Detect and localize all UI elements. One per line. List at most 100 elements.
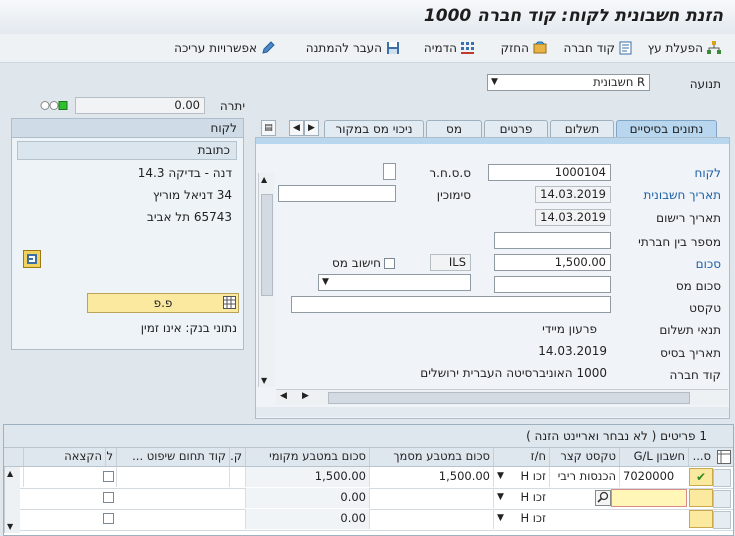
row-doc-amount[interactable] [369, 509, 493, 529]
row-select[interactable] [713, 490, 731, 508]
scroll-down-icon: ▼ [261, 376, 268, 385]
scroll-thumb[interactable] [261, 194, 273, 296]
row-text[interactable]: הכנסות ריבי [549, 467, 619, 487]
intercompany-label: מספר בין חברתי [638, 235, 721, 249]
pencil-icon [262, 41, 275, 54]
h-scroll-thumb[interactable] [328, 392, 690, 404]
items-table-title: 1 פריטים ( לא נבחר ואריינט הזנה ) [526, 429, 707, 443]
tab-withholding-tax[interactable]: ניכוי מס במקור [324, 120, 424, 138]
company-code-button[interactable]: קוד חברה [563, 39, 633, 57]
amount-label: סכום [695, 257, 721, 271]
simulate-button[interactable]: הדמיה [424, 39, 475, 57]
tab-tax[interactable]: מס [426, 120, 482, 138]
invoice-date-field[interactable]: 14.03.2019 [535, 186, 611, 203]
col-short-text[interactable]: טקסט קצר [549, 448, 619, 466]
calc-tax-checkbox-group[interactable]: חישוב מס [332, 256, 395, 270]
tree-button[interactable]: הפעלת עץ [648, 39, 721, 57]
balance-field: 0.00 [75, 97, 205, 114]
table-settings-icon[interactable] [714, 448, 733, 466]
address-line-1: דנה - בדיקה 14.3 [137, 166, 232, 180]
form-horizontal-scrollbar[interactable]: ◀ ▶ [276, 389, 728, 405]
transaction-value: R חשבונית [593, 75, 645, 89]
scroll-left-icon: ◀ [280, 391, 287, 401]
address-line-2: 34 דניאל מוריץ [152, 188, 232, 202]
tab-list-button[interactable]: ▤ [261, 120, 276, 136]
hold-button[interactable]: החזק [501, 39, 547, 57]
col-jurisdiction[interactable]: קוד תחום שיפוט ... [116, 448, 229, 466]
posting-date-field[interactable]: 14.03.2019 [535, 209, 611, 226]
tax-amount-field[interactable] [494, 276, 611, 293]
simulate-label: הדמיה [423, 41, 457, 55]
col-local-amount[interactable]: סכום במטבע מקומי [245, 448, 369, 466]
text-field[interactable] [291, 296, 611, 313]
invoice-date-label: תאריך חשבונית [643, 188, 721, 202]
row-doc-amount[interactable] [369, 488, 493, 508]
chevron-down-icon: ▼ [497, 471, 504, 481]
company-code-form-label: קוד חברה [669, 368, 721, 382]
park-button[interactable]: העבר להמתנה [306, 39, 400, 57]
company-code-icon [619, 41, 632, 55]
row-status-button[interactable] [689, 489, 713, 507]
table-row[interactable]: ▼ H זכו 0.00 [4, 488, 733, 510]
col-l[interactable]: ל [105, 448, 116, 466]
row-checkbox[interactable] [103, 492, 114, 503]
col-gl-account[interactable]: חשבון G/L [619, 448, 688, 466]
tab-basic-data[interactable]: נתונים בסיסיים [616, 120, 717, 138]
check-icon[interactable]: ✔ [689, 468, 713, 486]
reference-field[interactable] [278, 185, 396, 202]
items-vertical-scrollbar[interactable]: ▲ ▼ [4, 467, 20, 533]
tab-payment[interactable]: תשלום [550, 120, 614, 138]
col-assignment[interactable]: הקצאה [23, 448, 105, 466]
simulate-icon [461, 42, 474, 54]
tax-code-select[interactable]: ▼ [318, 274, 471, 291]
row-gl-input[interactable] [611, 489, 687, 507]
col-debit-credit[interactable]: ח/ז [493, 448, 549, 466]
pp-button[interactable]: פ.פ [87, 293, 239, 313]
customer-field[interactable]: 1000104 [488, 164, 611, 181]
table-icon [223, 296, 236, 309]
col-status[interactable]: ס... [688, 448, 714, 466]
company-code-label: קוד חברה [563, 41, 615, 55]
form-vertical-scrollbar[interactable]: ▲ ▼ [258, 173, 274, 387]
row-local-amount: 0.00 [245, 509, 369, 529]
posting-date-label: תאריך רישום [656, 211, 721, 225]
transaction-label: תנועה [689, 77, 721, 91]
search-icon[interactable] [595, 490, 611, 506]
tab-scroll-right-button[interactable]: ▶ [304, 120, 319, 136]
col-doc-amount[interactable]: סכום במטבע מסמך [369, 448, 493, 466]
tab-scroll-left-button[interactable]: ◀ [289, 120, 304, 136]
tax-id-label: ס.ס.ח.ר [429, 166, 471, 180]
payment-terms-label: תנאי תשלום [659, 323, 721, 337]
editing-options-button[interactable]: אפשרויות עריכה [174, 39, 275, 57]
row-select[interactable] [713, 469, 731, 487]
row-select[interactable] [713, 511, 731, 529]
row-dc[interactable]: ▼ H זכו [493, 488, 549, 508]
hold-icon [533, 41, 547, 54]
currency-field: ILS [430, 254, 471, 271]
chevron-down-icon: ▼ [497, 492, 504, 502]
intercompany-field[interactable] [494, 232, 611, 249]
table-row[interactable]: ✔ 7020000 הכנסות ריבי ▼ H זכו 1,500.00 1,… [4, 467, 733, 489]
calc-tax-checkbox[interactable] [384, 257, 395, 269]
transaction-select[interactable]: R חשבונית ▼ [487, 74, 650, 91]
items-table-header: ס... חשבון G/L טקסט קצר ח/ז סכום במטבע מ… [4, 448, 733, 467]
col-tax-code[interactable]: ק... [229, 448, 245, 466]
address-detail-button[interactable] [23, 250, 41, 268]
amount-field[interactable]: 1,500.00 [494, 254, 611, 271]
chevron-down-icon: ▼ [322, 277, 329, 287]
baseline-date-label: תאריך בסיס [660, 346, 721, 360]
customer-panel: לקוח כתובת דנה - בדיקה 14.3 34 דניאל מור… [11, 118, 244, 350]
tree-icon [707, 41, 721, 54]
tab-details[interactable]: פרטים [484, 120, 548, 138]
row-doc-amount[interactable]: 1,500.00 [369, 467, 493, 487]
row-gl[interactable]: 7020000 [619, 467, 688, 487]
row-dc[interactable]: ▼ H זכו [493, 467, 549, 487]
table-row[interactable]: ▼ H זכו 0.00 [4, 509, 733, 531]
items-table: 1 פריטים ( לא נבחר ואריינט הזנה ) ס... ח… [3, 424, 734, 536]
tax-id-field[interactable] [383, 163, 396, 180]
pp-button-label: פ.פ [153, 296, 173, 310]
scroll-up-icon: ▲ [261, 175, 268, 184]
row-dc[interactable]: ▼ H זכו [493, 509, 549, 529]
row-status-button[interactable] [689, 510, 713, 528]
row-checkbox[interactable] [103, 513, 114, 524]
